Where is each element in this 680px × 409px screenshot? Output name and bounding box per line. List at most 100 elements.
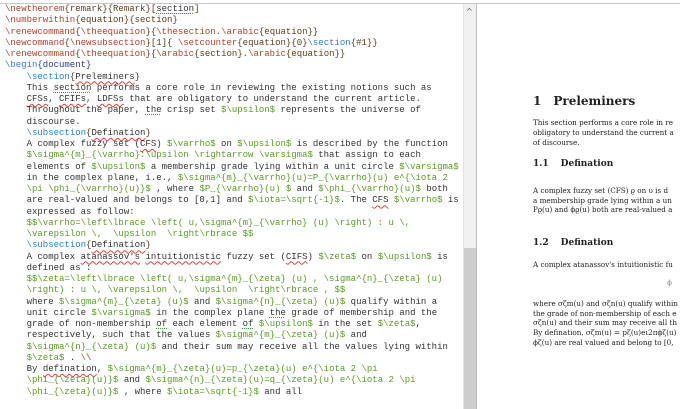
- plain-text: ): [156, 139, 168, 149]
- editor-line[interactable]: \renewcommand{\theequation}{\thesection.…: [0, 27, 463, 38]
- misspelled-word: Defination: [91, 240, 146, 251]
- plain-text: ): [307, 251, 319, 262]
- editor-line[interactable]: $\sigma^{n}_{\zeta} (u)$ and their sum m…: [0, 342, 463, 353]
- editor-line[interactable]: This section performs a core role in rev…: [0, 83, 463, 94]
- editor-line[interactable]: \begin{document}: [0, 60, 463, 71]
- math-text: \phi_{\zeta}(u)}$: [26, 375, 119, 386]
- math-text: $\iota=\sqrt{-1}$: [248, 195, 340, 206]
- latex-argument: }[1]{: [145, 37, 178, 48]
- plain-text: ,: [96, 364, 108, 374]
- plain-text: discourse.: [5, 116, 81, 127]
- misspelled-word: defination: [42, 364, 97, 374]
- editor-line[interactable]: \varepsilon \, \upsilon \right\rbrace $$: [0, 229, 463, 240]
- misspelled-word: atanassov's: [80, 251, 141, 262]
- editor-line[interactable]: \pi \phi_{\varrho}(u)}$ , where $P_{\var…: [0, 184, 463, 195]
- latex-argument: {section}.: [194, 49, 249, 59]
- editor-line[interactable]: in the complex plane, i.e., $\sigma^{m}_…: [0, 173, 463, 184]
- math-text: $\varsigma$: [399, 161, 459, 172]
- plain-text: Throughout the paper,: [5, 105, 146, 116]
- editor-line[interactable]: $\zeta$ . \\: [0, 353, 463, 364]
- editor-line[interactable]: are real-valued and belongs to [0,1] and…: [0, 195, 463, 206]
- grammar-flagged-word: section: [53, 82, 92, 93]
- editor-line[interactable]: \newtheorem{remark}{Remark}[section]: [0, 4, 463, 15]
- math-text: $\upsilon$: [237, 139, 292, 149]
- latex-command: \arabic: [156, 49, 195, 59]
- preview-section-heading: 1 Preleminers: [533, 94, 635, 108]
- latex-argument: ]: [194, 4, 200, 14]
- editor-line[interactable]: elements of $\upsilon$ a membership grad…: [0, 162, 463, 173]
- preview-text-line: This section performs a core role in re: [533, 118, 673, 127]
- plain-text: and their sum may receive all the values…: [156, 341, 448, 352]
- editor-line[interactable]: grade of non-membership of each element …: [0, 319, 463, 330]
- plain-text: [5, 94, 27, 104]
- plain-text: defined as :: [5, 262, 92, 273]
- latex-keyword: \subsection: [26, 127, 87, 138]
- editor-line[interactable]: \phi_{\zeta}(u)}$ , where $\iota=\sqrt{-…: [0, 387, 463, 398]
- math-text: \right) : u \, \varepsilon \, \upsilon \…: [26, 285, 346, 296]
- preview-text-line: A complex atanassov's intuitionistic fu: [533, 260, 673, 269]
- plain-text: [5, 150, 27, 160]
- editor-line[interactable]: \subsection{Defination}: [0, 240, 463, 251]
- editor-line[interactable]: $\sigma^{m}_{\varrho}:\upsilon \rightarr…: [0, 150, 463, 161]
- math-text: $\sigma^{m}_{\varrho}(u)=P_{\varrho}(u) …: [177, 172, 448, 183]
- editor-line[interactable]: Throughout the paper, the crisp set $\up…: [0, 105, 463, 116]
- latex-argument: {equation}{0}: [237, 37, 308, 48]
- scrollbar-thumb[interactable]: [464, 248, 476, 409]
- editor-line[interactable]: A complex fuzzy set (CFS) $\varrho$ on $…: [0, 139, 463, 150]
- latex-argument: {equation}{section}: [75, 15, 178, 26]
- editor-line[interactable]: $$\varrho=\left\lbrace \left( u,\sigma^{…: [0, 218, 463, 229]
- subsection-number: 1.1: [533, 159, 549, 169]
- editor-line[interactable]: \renewcommand{\theequation}{\arabic{sect…: [0, 49, 463, 60]
- misspelled-word: CFSs: [26, 94, 49, 104]
- plain-text: a membership grade lying within a unit c…: [145, 161, 400, 172]
- editor-line[interactable]: respectively, such that the values $\sig…: [0, 330, 463, 341]
- latex-argument: }: [145, 240, 151, 251]
- editor-line[interactable]: discourse.: [0, 117, 463, 128]
- math-text: $\sigma^{n}_{\zeta}(u)=q_{\zeta}(u) e^{\…: [145, 375, 416, 386]
- editor-line[interactable]: \right) : u \, \varepsilon \, \upsilon \…: [0, 285, 463, 296]
- editor-line[interactable]: By defination, $\sigma^{m}_{\zeta}(u)=p_…: [0, 364, 463, 375]
- preview-text-line: Pϱ(u) and ϕϱ(u) both are real-valued a: [533, 205, 673, 214]
- preview-subsection-heading: 1.2 Defination: [533, 238, 613, 248]
- subsection-title: Defination: [560, 238, 614, 248]
- editor-line[interactable]: unit circle $\varsigma$ in the complex p…: [0, 308, 463, 319]
- plain-text: [5, 128, 27, 138]
- latex-argument: }{: [145, 26, 157, 37]
- plain-text: [5, 285, 27, 295]
- latex-argument: }{: [145, 49, 157, 59]
- scroll-up-icon[interactable]: ^: [466, 7, 473, 16]
- plain-text: performs a core role in reviewing the ex…: [91, 82, 432, 93]
- editor-line[interactable]: \numberwithin{equation}{section}: [0, 15, 463, 26]
- editor-line[interactable]: where $\sigma^{m}_{\zeta} (u)$ and $\sig…: [0, 297, 463, 308]
- editor-line[interactable]: A complex atanassov's intuitionistic fuz…: [0, 252, 463, 263]
- latex-command: \newcommand: [5, 37, 65, 48]
- editor-line[interactable]: expressed as follow:: [0, 207, 463, 218]
- latex-keyword: \begin: [5, 60, 38, 71]
- plain-text: .: [64, 352, 81, 363]
- editor-line[interactable]: \subsection{Defination}: [0, 128, 463, 139]
- latex-keyword: \section: [26, 71, 70, 82]
- math-text: $\varrho$: [167, 139, 216, 149]
- latex-source-editor[interactable]: \newtheorem{remark}{Remark}[section] \num…: [0, 4, 463, 409]
- editor-line[interactable]: CFSs, CFIFs, LDFSs that are obligatory t…: [0, 94, 463, 105]
- editor-scrollbar[interactable]: ^: [463, 4, 477, 409]
- plain-text: and: [118, 375, 146, 386]
- plain-text: [5, 274, 27, 284]
- plain-text: [5, 229, 27, 239]
- grammar-flagged-word: the: [269, 307, 286, 318]
- editor-line[interactable]: \section{Preleminers}: [0, 72, 463, 83]
- editor-line[interactable]: defined as :: [0, 263, 463, 274]
- plain-text: [5, 387, 27, 397]
- plain-text: ,: [415, 319, 421, 329]
- math-text: $\varrho$: [393, 195, 443, 206]
- latex-command: \thesection: [156, 26, 216, 37]
- editor-line[interactable]: $$\zeta=\left\lbrace \left( u,\sigma^{m}…: [0, 274, 463, 285]
- preview-text-line: where σζm(u) and σζn(u) qualify within: [533, 299, 678, 308]
- math-text: $\sigma^{m}_{\varrho}:\upsilon \rightarr…: [26, 150, 313, 161]
- editor-line[interactable]: \phi_{\zeta}(u)}$ and $\sigma^{n}_{\zeta…: [0, 375, 463, 386]
- latex-command: \renewcommand: [5, 49, 76, 59]
- latex-argument: }: [134, 71, 141, 82]
- grammar-flagged-word: section: [156, 4, 195, 14]
- math-text: $\zeta$: [318, 251, 357, 262]
- editor-line[interactable]: \newcommand{\newsubsection}[1]{ \setcoun…: [0, 38, 463, 49]
